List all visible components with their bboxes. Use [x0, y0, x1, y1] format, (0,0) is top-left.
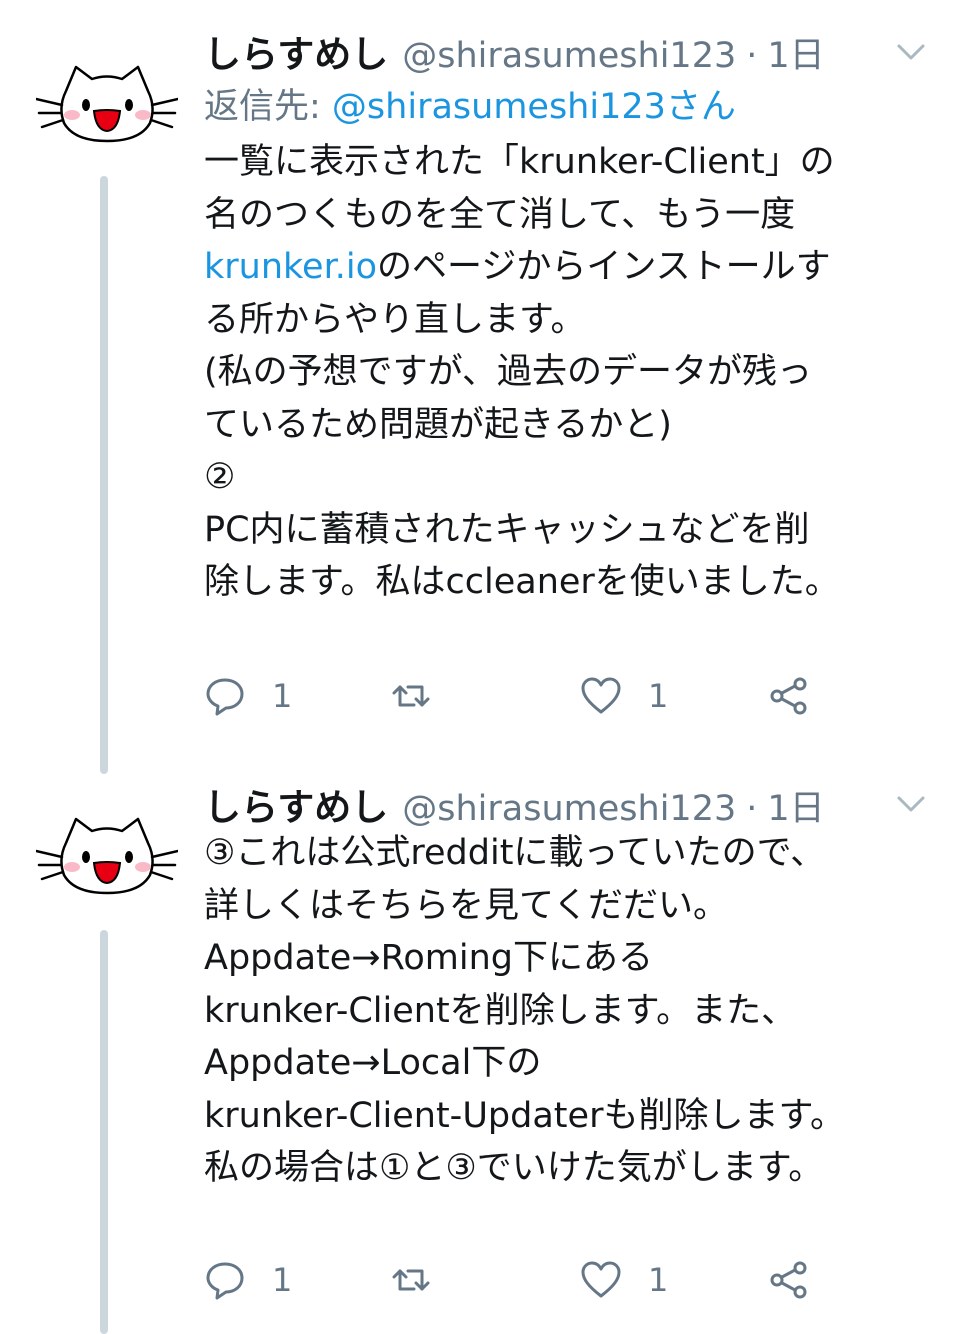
tweet-text: 一覧に表示された「krunker-Client」の 名のつくものを全て消して、も…	[204, 136, 904, 609]
text-line: Appdate→Local下の	[204, 1043, 542, 1083]
tweet-header: しらすめし @shirasumeshi123 · 1日	[204, 777, 825, 829]
reply-icon	[206, 678, 244, 716]
like-count: 1	[648, 1261, 669, 1299]
thread-line	[100, 930, 108, 1334]
chevron-down-icon[interactable]	[893, 40, 929, 64]
retweet-button[interactable]	[390, 672, 458, 720]
tweet[interactable]: しらすめし @shirasumeshi123 · 1日 ③これは公式reddit…	[0, 775, 957, 1334]
author-handle[interactable]: @shirasumeshi123	[402, 789, 736, 829]
reply-count: 1	[272, 677, 293, 715]
tweet-actions: 1 1	[204, 672, 824, 720]
tweet[interactable]: しらすめし @shirasumeshi123 · 1日 返信先: @shiras…	[0, 0, 957, 775]
text-line: ているため問題が起きるかと)	[204, 404, 672, 445]
text-line: 名のつくものを全て消して、もう一度	[204, 194, 796, 235]
text-line: る所からやり直します。	[204, 299, 586, 340]
separator-dot: ·	[746, 789, 758, 829]
text-line: krunker-Clientを削除します。また、	[204, 990, 797, 1031]
text-line: 私の場合は①と③でいけた気がします。	[204, 1148, 824, 1188]
timestamp[interactable]: 1日	[767, 27, 824, 78]
author-name[interactable]: しらすめし	[204, 24, 388, 78]
text-line: PC内に蓄積されたキャッシュなどを削	[204, 509, 810, 550]
text-line: krunker-Client-Updaterも削除します。	[204, 1095, 845, 1136]
reply-to-handle[interactable]: @shirasumeshi123さん	[332, 87, 736, 127]
retweet-icon	[392, 1269, 430, 1291]
krunker-link[interactable]: krunker.io	[204, 247, 377, 287]
share-icon	[770, 677, 807, 715]
cat-face-avatar[interactable]	[36, 807, 178, 899]
tweet-actions: 1 1	[204, 1256, 824, 1304]
like-count: 1	[648, 677, 669, 715]
reply-to-line: 返信先: @shirasumeshi123さん	[204, 78, 736, 129]
reply-count: 1	[272, 1261, 293, 1299]
text-segment: のページからインストールす	[377, 247, 831, 287]
tweet-header: しらすめし @shirasumeshi123 · 1日	[204, 24, 825, 76]
text-line: ③これは公式redditに載っていたので、	[204, 833, 826, 873]
heart-icon	[581, 677, 621, 714]
text-line: Appdate→Roming下にある	[204, 938, 654, 978]
text-line: krunker.ioのページからインストールす	[204, 241, 904, 294]
heart-icon	[581, 1261, 621, 1298]
reply-to-label: 返信先:	[204, 87, 332, 127]
text-line: 除します。私はccleanerを使いました。	[204, 562, 840, 602]
like-button[interactable]: 1	[580, 1256, 668, 1304]
thread-line	[100, 176, 108, 774]
author-handle[interactable]: @shirasumeshi123	[402, 36, 736, 76]
share-button[interactable]	[768, 672, 810, 720]
text-line: 詳しくはそちらを見てくだだい。	[204, 885, 728, 926]
share-icon	[770, 1261, 807, 1299]
retweet-icon	[392, 685, 430, 707]
reply-icon	[206, 1262, 244, 1300]
text-line: ②	[204, 457, 236, 497]
like-button[interactable]: 1	[580, 672, 668, 720]
retweet-button[interactable]	[390, 1256, 458, 1304]
share-button[interactable]	[768, 1256, 810, 1304]
text-line: 一覧に表示された「krunker-Client」の	[204, 142, 835, 182]
text-line: (私の予想ですが、過去のデータが残っ	[204, 352, 812, 392]
reply-button[interactable]: 1	[204, 1256, 292, 1304]
chevron-down-icon[interactable]	[893, 792, 929, 816]
reply-button[interactable]: 1	[204, 672, 292, 720]
author-name[interactable]: しらすめし	[204, 777, 388, 831]
tweet-text: ③これは公式redditに載っていたので、 詳しくはそちらを見てくだだい。 Ap…	[204, 827, 904, 1195]
timestamp[interactable]: 1日	[767, 780, 824, 831]
separator-dot: ·	[746, 36, 758, 76]
cat-face-avatar[interactable]	[36, 55, 178, 147]
